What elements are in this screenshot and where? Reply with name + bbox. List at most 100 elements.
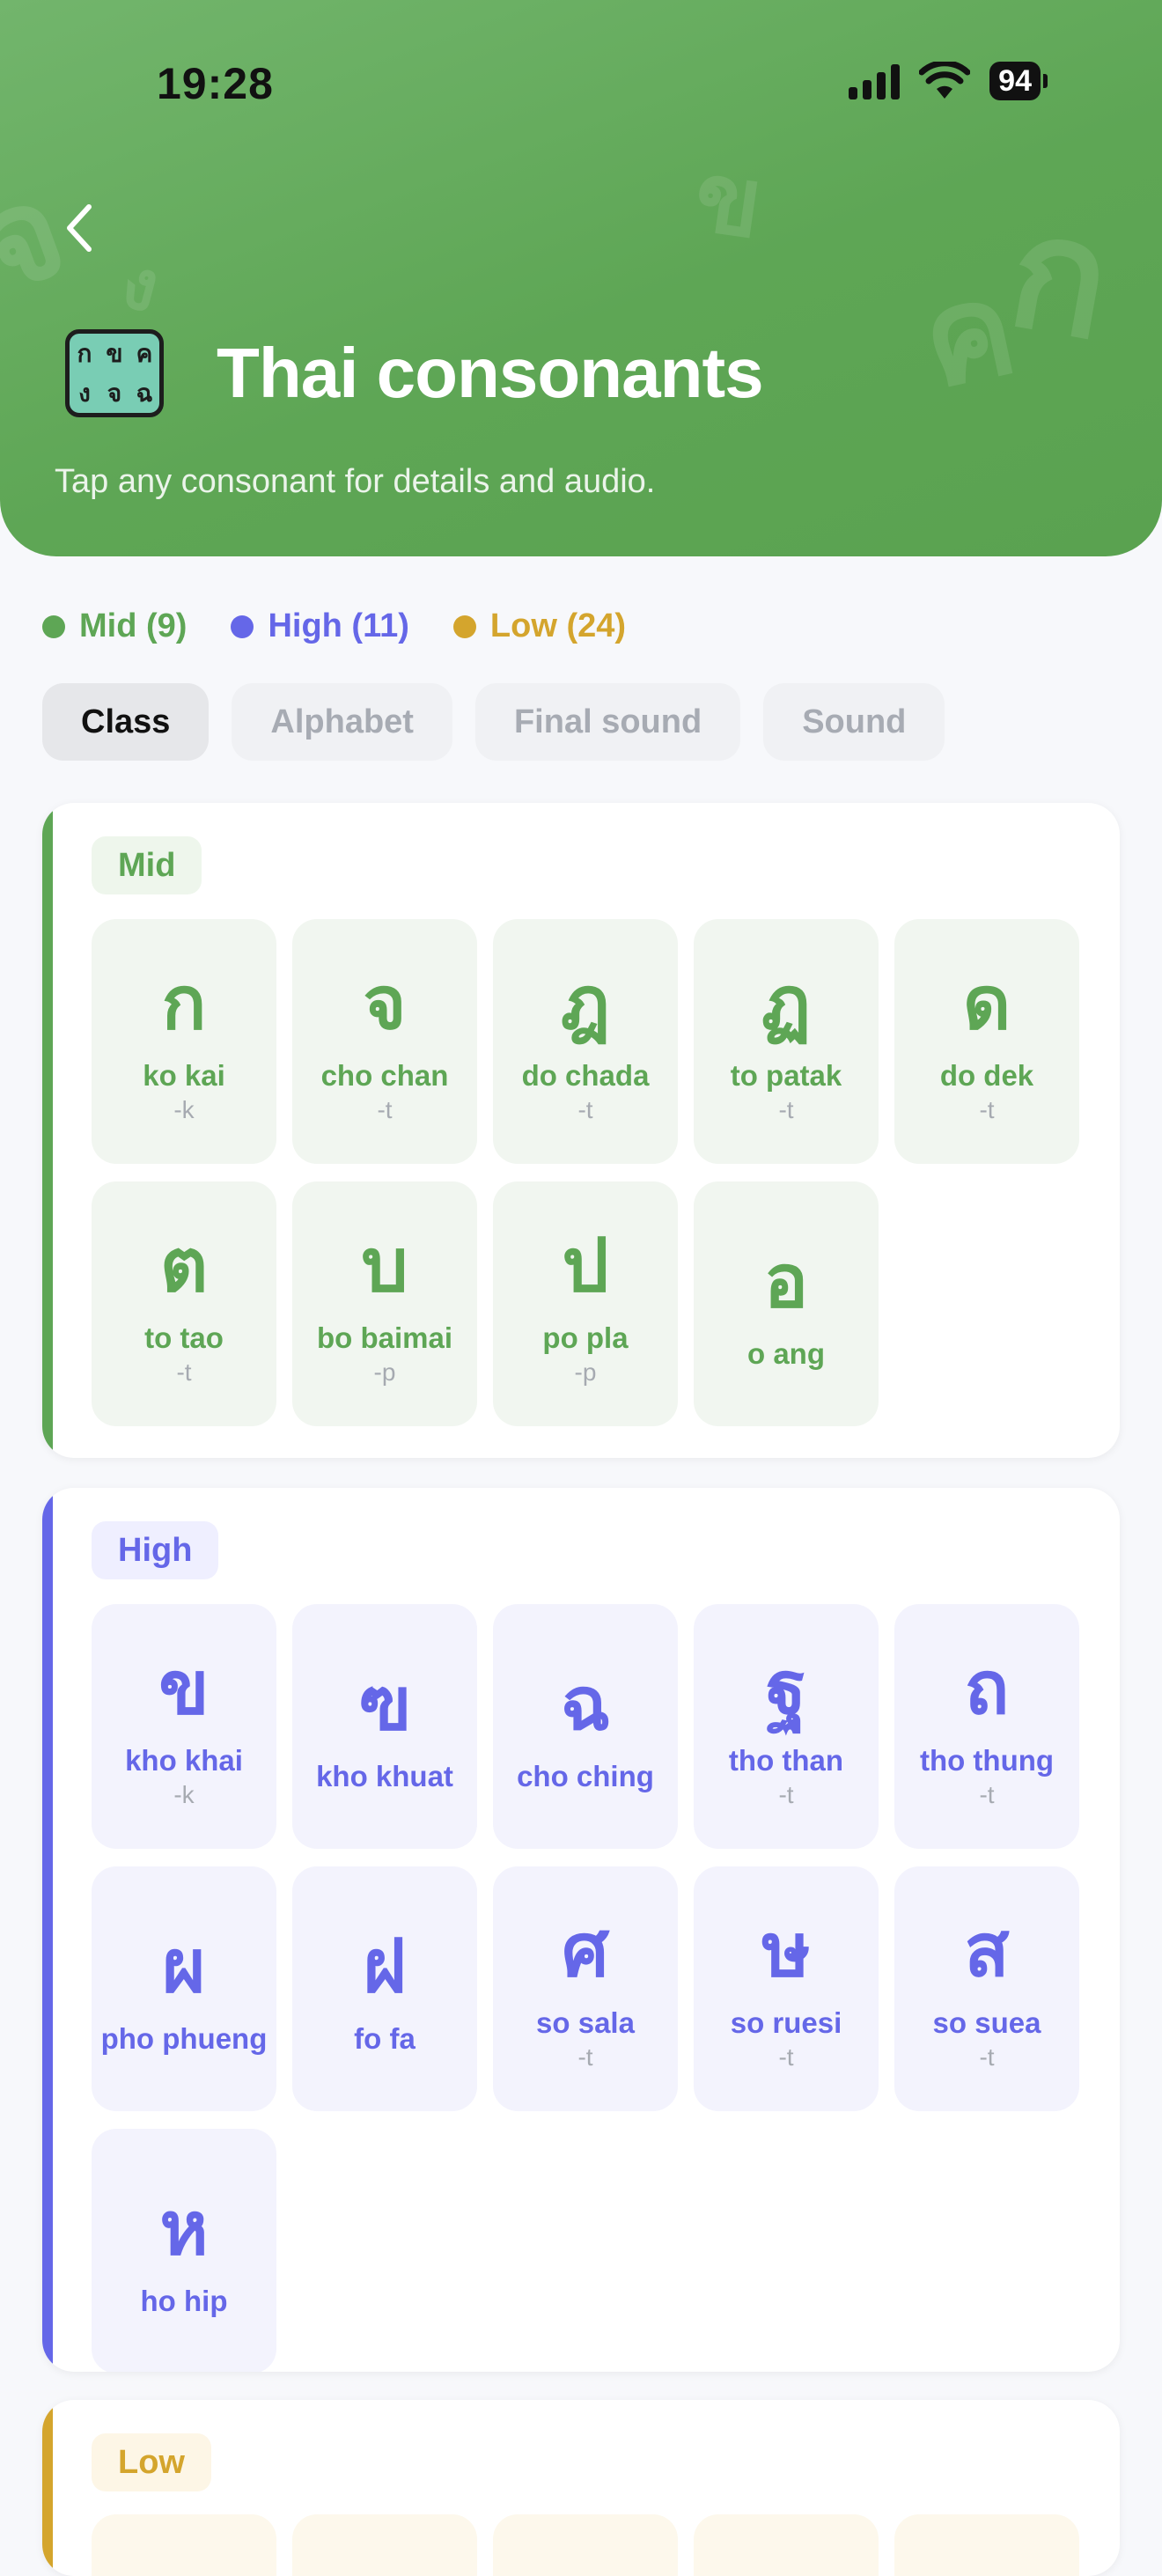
chevron-left-icon xyxy=(67,204,92,252)
consonant-card[interactable]: ต to tao -t xyxy=(92,1181,276,1426)
section-low: Low xyxy=(42,2400,1120,2576)
consonant-card[interactable]: ผ pho phueng xyxy=(92,1866,276,2111)
cellular-signal-icon xyxy=(849,63,901,99)
consonant-name: so ruesi xyxy=(730,2006,842,2039)
final-sound: -k xyxy=(173,1096,195,1123)
consonant-card[interactable]: ฏ to patak -t xyxy=(694,919,879,1164)
consonant-letter: ข xyxy=(158,1645,210,1731)
consonant-grid: ก ko kai -k จ cho chan -t ฎ do chada -t ฏ to patak… xyxy=(92,919,1079,1426)
consonant-letter: ฏ xyxy=(761,960,812,1046)
consonant-card[interactable]: ศ so sala -t xyxy=(493,1866,678,2111)
tab-alphabet[interactable]: Alphabet xyxy=(232,683,452,761)
consonant-name: bo baimai xyxy=(316,1321,453,1354)
consonant-card[interactable]: ฝ fo fa xyxy=(292,1866,477,2111)
consonant-letter: ฉ xyxy=(560,1660,611,1747)
consonant-letter: ฐ xyxy=(765,1645,807,1731)
legend-item-high: High (11) xyxy=(231,607,409,645)
consonant-card[interactable]: ก ko kai -k xyxy=(92,919,276,1164)
tab-class[interactable]: Class xyxy=(42,683,210,761)
consonant-card[interactable]: ฉ cho ching xyxy=(493,1604,678,1849)
final-sound: -t xyxy=(979,2043,995,2071)
consonant-letter: ษ xyxy=(761,1907,811,1993)
consonant-letter: ศ xyxy=(562,1907,609,1993)
back-button[interactable] xyxy=(55,199,104,257)
final-sound: -t xyxy=(778,2043,794,2071)
legend-dot xyxy=(42,615,65,638)
final-sound: -t xyxy=(778,1096,794,1123)
final-sound: -t xyxy=(778,1781,794,1808)
consonant-name: po pla xyxy=(542,1321,629,1354)
consonant-name: tho than xyxy=(728,1744,844,1777)
consonant-card[interactable]: จ cho chan -t xyxy=(292,919,477,1164)
watermark-letter: ข xyxy=(688,139,769,261)
consonant-card[interactable]: ด do dek -t xyxy=(894,919,1079,1164)
consonant-letter: ต xyxy=(159,1222,209,1308)
section-label: Low xyxy=(92,2433,211,2491)
consonant-card[interactable]: ป po pla -p xyxy=(493,1181,678,1426)
legend-dot xyxy=(452,615,476,638)
consonant-letter: บ xyxy=(361,1222,408,1308)
page-title: Thai consonants xyxy=(217,334,764,412)
battery-level: 94 xyxy=(989,62,1041,100)
final-sound: -t xyxy=(377,1096,393,1123)
consonant-name: ho hip xyxy=(140,2285,228,2317)
consonant-letter: ฝ xyxy=(363,1923,407,2009)
consonant-name: tho thung xyxy=(919,1744,1055,1777)
consonant-card[interactable]: ข kho khai -k xyxy=(92,1604,276,1849)
consonant-letter: ส xyxy=(964,1907,1010,1993)
final-sound: -p xyxy=(373,1358,396,1386)
consonant-name: ko kai xyxy=(143,1059,225,1092)
consonant-letter: อ xyxy=(763,1238,809,1324)
consonant-letter: ก xyxy=(161,960,207,1046)
consonant-name: do dek xyxy=(939,1059,1034,1092)
consonant-grid: ข kho khai -k ฃ kho khuat ฉ cho ching ฐ tho than… xyxy=(92,1604,1079,2372)
final-sound: -p xyxy=(574,1358,597,1386)
consonant-card[interactable]: ห ho hip xyxy=(92,2129,276,2372)
consonant-card[interactable]: ส so suea -t xyxy=(894,1866,1079,2111)
legend-item-low: Low (24) xyxy=(452,607,626,645)
sort-tabs: Class Alphabet Final sound Sound xyxy=(42,683,945,761)
consonant-letter: จ xyxy=(363,960,407,1046)
section-label: High xyxy=(92,1521,219,1579)
consonant-letter: ถ xyxy=(964,1645,1010,1731)
consonant-name: cho ching xyxy=(517,1760,654,1792)
consonant-name: cho chan xyxy=(320,1059,449,1092)
consonant-name: so suea xyxy=(932,2006,1041,2039)
consonant-grid xyxy=(92,2514,1079,2576)
section-label: Mid xyxy=(92,836,202,894)
tab-final-sound[interactable]: Final sound xyxy=(474,683,741,761)
watermark-letter: ง xyxy=(113,240,168,329)
consonant-name: kho khuat xyxy=(316,1760,453,1792)
consonant-name: kho khai xyxy=(125,1744,243,1777)
final-sound: -t xyxy=(577,1096,593,1123)
consonant-letter: ฎ xyxy=(560,960,611,1046)
section-high: High ข kho khai -k ฃ kho khuat ฉ cho ching ฐ tho… xyxy=(42,1488,1120,2372)
consonant-card[interactable]: ถ tho thung -t xyxy=(894,1604,1079,1849)
consonant-card[interactable]: บ bo baimai -p xyxy=(292,1181,477,1426)
consonant-name: fo fa xyxy=(354,2022,416,2055)
consonant-card[interactable]: ฐ tho than -t xyxy=(694,1604,879,1849)
page-subtitle: Tap any consonant for details and audio. xyxy=(55,463,656,500)
consonant-name: o ang xyxy=(747,1337,825,1370)
consonant-card[interactable]: ษ so ruesi -t xyxy=(694,1866,879,2111)
watermark-letter: ก xyxy=(997,178,1124,376)
status-time: 19:28 xyxy=(157,59,274,108)
consonant-name: pho phueng xyxy=(100,2022,268,2055)
wifi-icon xyxy=(919,62,971,99)
consonant-letter: ห xyxy=(159,2185,209,2271)
tab-sound[interactable]: Sound xyxy=(763,683,945,761)
consonant-card[interactable]: อ o ang xyxy=(694,1181,879,1426)
consonant-letter: ผ xyxy=(162,1923,206,2009)
final-sound: -t xyxy=(577,2043,593,2071)
consonant-name: do chada xyxy=(521,1059,650,1092)
section-mid: Mid ก ko kai -k จ cho chan -t ฎ do chada -t ฏ to p… xyxy=(42,803,1120,1458)
final-sound: -t xyxy=(979,1781,995,1808)
final-sound: -k xyxy=(173,1781,195,1808)
consonant-letter: ป xyxy=(562,1222,609,1308)
consonant-name: so sala xyxy=(536,2006,635,2039)
status-icons: 94 xyxy=(849,62,1048,100)
consonant-card[interactable]: ฃ kho khuat xyxy=(292,1604,477,1849)
consonant-letter: ฃ xyxy=(358,1660,411,1747)
consonant-name: to patak xyxy=(730,1059,842,1092)
consonant-card[interactable]: ฎ do chada -t xyxy=(493,919,678,1164)
